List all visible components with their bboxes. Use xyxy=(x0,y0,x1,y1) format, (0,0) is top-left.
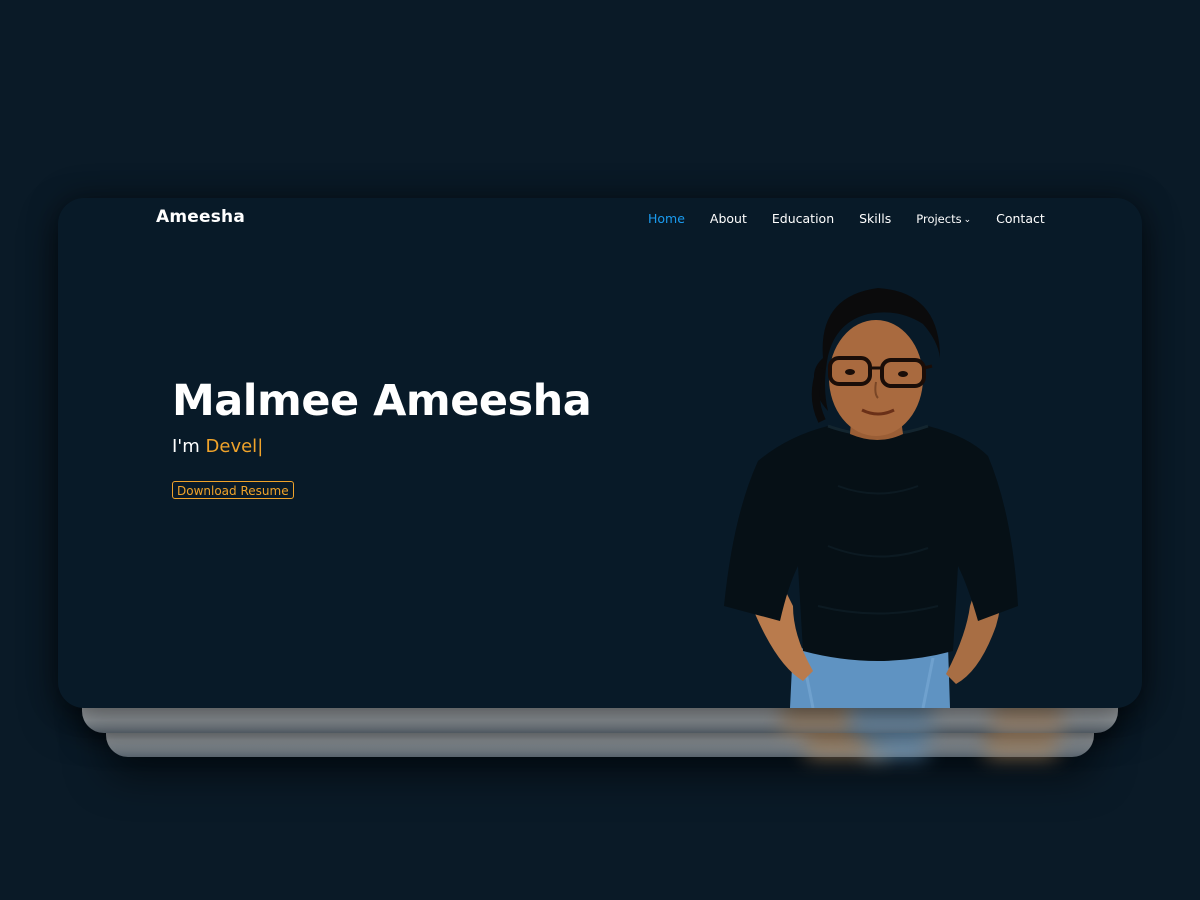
nav-item-home[interactable]: Home xyxy=(648,211,685,226)
hero-name: Malmee Ameesha xyxy=(172,376,592,426)
nav-menu: Home About Education Skills Projects ⌄ Co… xyxy=(648,211,1045,226)
download-resume-button[interactable]: Download Resume xyxy=(172,481,294,499)
profile-photo xyxy=(724,288,1018,708)
hero-role: I'm Devel| xyxy=(172,436,263,457)
hero-card: Ameesha Home About Education Skills Proj… xyxy=(58,198,1142,708)
site-logo[interactable]: Ameesha xyxy=(156,207,245,227)
navbar: Ameesha Home About Education Skills Proj… xyxy=(58,198,1142,238)
nav-item-projects[interactable]: Projects ⌄ xyxy=(916,212,971,226)
hero-role-typed: Devel xyxy=(205,436,258,457)
nav-item-about[interactable]: About xyxy=(710,211,747,226)
nav-item-education[interactable]: Education xyxy=(772,211,834,226)
nav-item-contact[interactable]: Contact xyxy=(996,211,1045,226)
nav-item-skills[interactable]: Skills xyxy=(859,211,891,226)
hero-role-prefix: I'm xyxy=(172,436,206,457)
typing-cursor: | xyxy=(257,436,264,457)
chevron-down-icon: ⌄ xyxy=(963,214,972,225)
nav-item-projects-label: Projects xyxy=(916,211,962,226)
page: Ameesha Home About Education Skills Proj… xyxy=(0,0,1200,900)
